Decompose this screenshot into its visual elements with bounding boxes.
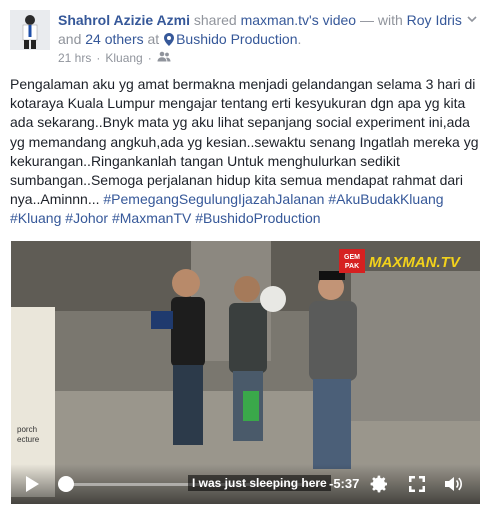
svg-text:GEM: GEM xyxy=(344,254,360,261)
hashtag-link[interactable]: #BushidoProduction xyxy=(195,210,320,226)
meta-separator: · xyxy=(96,51,101,65)
with-text: — with xyxy=(356,12,407,28)
time-remaining: -5:37 xyxy=(329,476,360,491)
header-end: . xyxy=(297,31,302,47)
meta-separator-2: · xyxy=(147,51,152,65)
post-location[interactable]: Kluang xyxy=(105,51,142,65)
friends-audience-icon[interactable] xyxy=(157,51,171,65)
volume-icon[interactable] xyxy=(443,474,463,494)
place-link[interactable]: Bushido Production xyxy=(176,31,297,47)
shared-video-link[interactable]: maxman.tv's video xyxy=(241,12,357,28)
video-player[interactable]: porch ecture GEM PAK MAXMAN.TV I was jus… xyxy=(11,241,480,504)
and-text: and xyxy=(58,31,86,47)
svg-text:PAK: PAK xyxy=(345,263,359,270)
svg-text:MAXMAN.TV: MAXMAN.TV xyxy=(369,254,462,271)
play-icon[interactable] xyxy=(23,475,41,493)
chevron-down-icon[interactable] xyxy=(465,12,479,26)
hashtag-link[interactable]: #PemegangSegulungIjazahJalanan xyxy=(103,191,324,207)
post-message: Pengalaman aku yg amat bermakna menjadi … xyxy=(10,76,479,208)
video-controls: I was just sleeping here -5:37 xyxy=(11,464,480,504)
progress-handle[interactable] xyxy=(58,476,75,492)
shared-text: shared xyxy=(189,12,241,28)
hashtag-link[interactable]: #AkuBudakKluang xyxy=(328,191,443,207)
tagged-person-link[interactable]: Roy Idris xyxy=(407,12,462,28)
post-timestamp[interactable]: 21 hrs xyxy=(58,51,91,65)
post-meta: 21 hrs · Kluang · xyxy=(58,51,171,65)
sign-text: porch ecture xyxy=(17,425,40,444)
post-body: Pengalaman aku yg amat bermakna menjadi … xyxy=(10,75,482,229)
hashtag-link[interactable]: #Johor xyxy=(65,210,108,226)
at-text: at xyxy=(143,31,164,47)
actor-name[interactable]: Shahrol Azizie Azmi xyxy=(58,12,190,28)
maxman-logo: GEM PAK MAXMAN.TV xyxy=(339,249,475,273)
post-header: Shahrol Azizie Azmi shared maxman.tv's v… xyxy=(58,11,478,51)
others-link[interactable]: 24 others xyxy=(85,31,143,47)
avatar[interactable] xyxy=(10,10,50,50)
hashtag-link[interactable]: #Kluang xyxy=(10,210,61,226)
hashtag-link[interactable]: #MaxmanTV xyxy=(112,210,191,226)
gear-icon[interactable] xyxy=(369,474,389,494)
fullscreen-icon[interactable] xyxy=(407,474,427,494)
map-pin-icon xyxy=(164,32,175,51)
feed-post: Shahrol Azizie Azmi shared maxman.tv's v… xyxy=(0,0,491,511)
video-subtitle: I was just sleeping here xyxy=(188,475,331,491)
